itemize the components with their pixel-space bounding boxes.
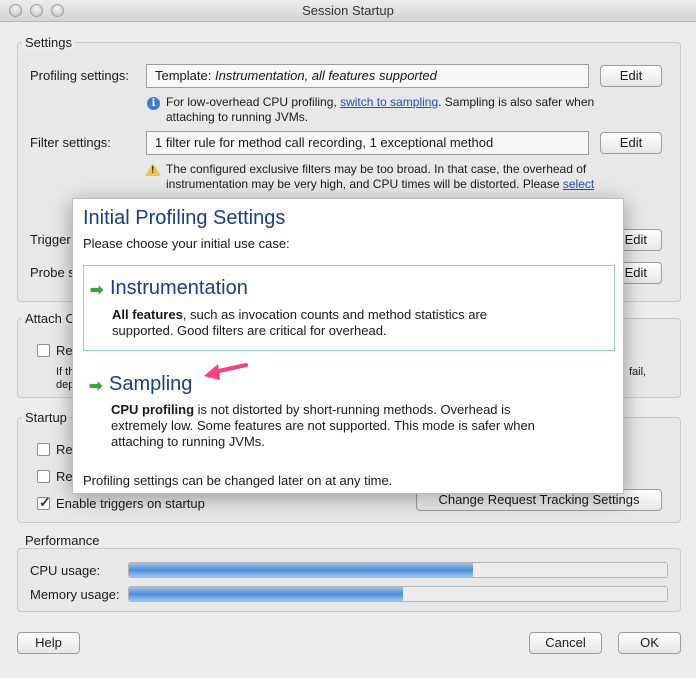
option-instrumentation-desc: All features, such as invocation counts … — [112, 307, 487, 339]
settings-group-title: Settings — [22, 35, 75, 50]
cpu-usage-meter — [128, 562, 668, 578]
window-title: Session Startup — [302, 3, 394, 18]
popup-title: Initial Profiling Settings — [83, 207, 286, 229]
option-instrumentation[interactable]: ➡ Instrumentation All features, such as … — [83, 265, 615, 351]
cancel-button[interactable]: Cancel — [529, 632, 602, 654]
cpu-usage-label: CPU usage: — [30, 563, 101, 578]
profiling-note-text-after: . Sampling is also safer when — [438, 95, 595, 109]
edit-filter-button[interactable]: Edit — [600, 132, 662, 154]
performance-group — [17, 548, 681, 612]
pointer-arrow-icon — [204, 363, 248, 380]
performance-group-title: Performance — [22, 533, 103, 548]
profiling-template-prefix: Template: — [155, 68, 215, 83]
profiling-template-name: Instrumentation, all features supported — [214, 68, 437, 83]
option-sampling-desc: CPU profiling is not distorted by short-… — [111, 402, 535, 450]
memory-usage-meter — [128, 586, 668, 602]
warning-icon-mark: ! — [151, 165, 155, 176]
option-sampling-desc-bold: CPU profiling — [111, 402, 195, 417]
option-sampling-desc-rest: is not distorted by short-running method… — [194, 402, 511, 417]
trigger-settings-label: Trigger — [30, 232, 71, 247]
filter-warning-line1: The configured exclusive filters may be … — [166, 162, 587, 176]
option-sampling[interactable]: ➡ Sampling CPU profiling is not distorte… — [83, 362, 615, 454]
edit-profiling-button[interactable]: Edit — [600, 65, 662, 87]
option-instrumentation-desc-rest: , such as invocation counts and method s… — [182, 307, 488, 322]
filter-warning-line2: instrumentation may be very high, and CP… — [166, 177, 563, 191]
startup-checkbox-1[interactable] — [37, 443, 50, 456]
info-icon: i — [147, 97, 160, 110]
select-filters-link[interactable]: select — [563, 177, 594, 191]
help-button[interactable]: Help — [17, 632, 80, 654]
enable-triggers-label: Enable triggers on startup — [56, 496, 205, 511]
option-instrumentation-title: Instrumentation — [110, 277, 248, 299]
profiling-note-line2: attaching to running JVMs. — [166, 110, 309, 124]
probe-settings-label: Probe s — [30, 265, 75, 280]
option-instrumentation-desc-line2: supported. Good filters are critical for… — [112, 323, 387, 338]
option-sampling-desc-line2: extremely low. Some features are not sup… — [111, 418, 535, 433]
profiling-settings-field: Template: Instrumentation, all features … — [146, 64, 589, 88]
memory-usage-fill — [129, 587, 404, 601]
attach-note-fail: fail, — [629, 366, 647, 378]
attach-group-title: Attach O — [22, 311, 79, 326]
filter-settings-label: Filter settings: — [30, 135, 111, 150]
profiling-note: For low-overhead CPU profiling, switch t… — [166, 95, 594, 125]
ok-button[interactable]: OK — [618, 632, 681, 654]
startup-checkbox-2-label: Re — [56, 469, 73, 484]
switch-to-sampling-link[interactable]: switch to sampling — [340, 95, 438, 109]
startup-group-title: Startup — [22, 410, 70, 425]
arrow-right-icon: ➡ — [89, 378, 103, 395]
enable-triggers-checkbox[interactable]: ✓ — [37, 494, 51, 510]
popup-footer-note: Profiling settings can be changed later … — [83, 473, 393, 488]
title-bar: Session Startup — [0, 0, 696, 22]
attach-checkbox-label: Re — [56, 343, 73, 358]
option-sampling-desc-line3: attaching to running JVMs. — [111, 434, 265, 449]
profiling-note-text: For low-overhead CPU profiling, — [166, 95, 341, 109]
initial-profiling-settings-popup: Initial Profiling Settings Please choose… — [72, 198, 624, 494]
filter-warning: The configured exclusive filters may be … — [166, 162, 646, 192]
filter-settings-field: 1 filter rule for method call recording,… — [146, 131, 589, 155]
option-instrumentation-desc-bold: All features — [112, 307, 183, 322]
memory-usage-label: Memory usage: — [30, 587, 120, 602]
cpu-usage-fill — [129, 563, 474, 577]
profiling-settings-label: Profiling settings: — [30, 68, 129, 83]
startup-checkbox-2[interactable] — [37, 470, 50, 483]
checkmark-icon: ✓ — [39, 494, 51, 510]
startup-checkbox-1-label: Re — [56, 442, 73, 457]
option-sampling-title: Sampling — [109, 373, 193, 395]
arrow-right-icon: ➡ — [90, 282, 104, 299]
popup-subtitle: Please choose your initial use case: — [83, 236, 290, 251]
attach-checkbox[interactable] — [37, 344, 50, 357]
